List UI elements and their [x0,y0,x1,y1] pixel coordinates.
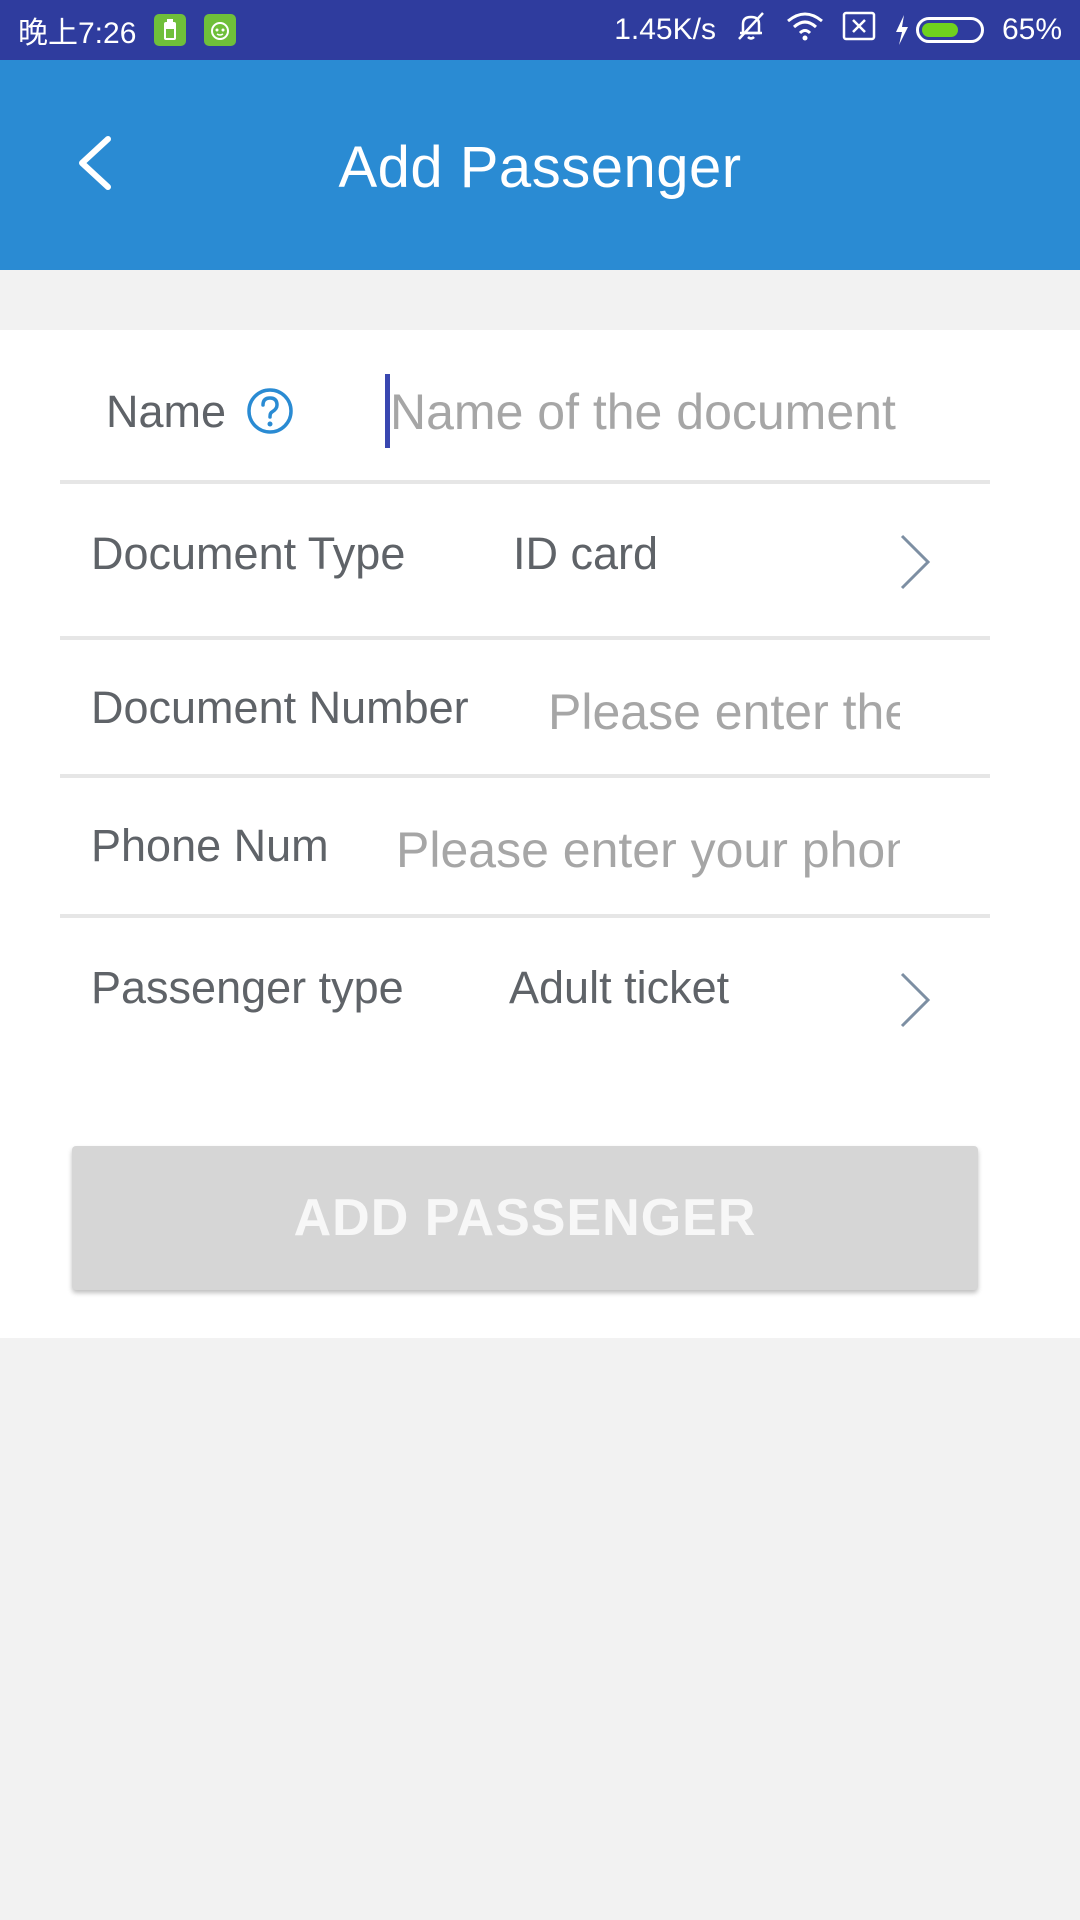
app-bar: Add Passenger [0,60,1080,270]
android-app-icon [204,14,237,46]
charging-icon [895,15,908,45]
document-type-row[interactable]: Document Type ID card [60,484,990,640]
battery-fill [921,23,958,37]
document-number-input[interactable] [548,676,900,748]
battery-indicator [894,15,984,45]
name-input[interactable] [390,376,930,448]
battery-app-icon [154,14,187,46]
passenger-type-row[interactable]: Passenger type Adult ticket [60,918,990,1068]
name-row: Name [60,330,990,484]
mute-icon [734,9,768,51]
question-circle-icon[interactable] [246,387,294,435]
document-number-row: Document Number [60,640,990,778]
phone-label: Phone Num [91,820,329,871]
phone-input[interactable] [396,814,900,886]
wifi-icon [786,11,824,49]
name-label: Name [106,386,227,437]
page-title: Add Passenger [338,135,742,200]
add-passenger-button[interactable]: ADD PASSENGER [72,1146,978,1290]
battery-percent: 65% [1001,13,1062,46]
status-bar: 晚上7:26 1.45K/s 65% [0,0,1080,60]
battery-icon [915,17,984,43]
passenger-type-label: Passenger type [91,962,404,1013]
chevron-right-icon [900,534,931,590]
no-sim-icon [842,11,876,49]
phone-row: Phone Num [60,778,990,918]
document-type-value: ID card [513,528,659,579]
passenger-type-value: Adult ticket [509,962,730,1013]
chevron-right-icon [900,972,931,1028]
network-speed: 1.45K/s [614,13,716,46]
status-time: 晚上7:26 [18,17,137,50]
document-number-label: Document Number [91,682,469,733]
document-type-label: Document Type [91,528,406,579]
